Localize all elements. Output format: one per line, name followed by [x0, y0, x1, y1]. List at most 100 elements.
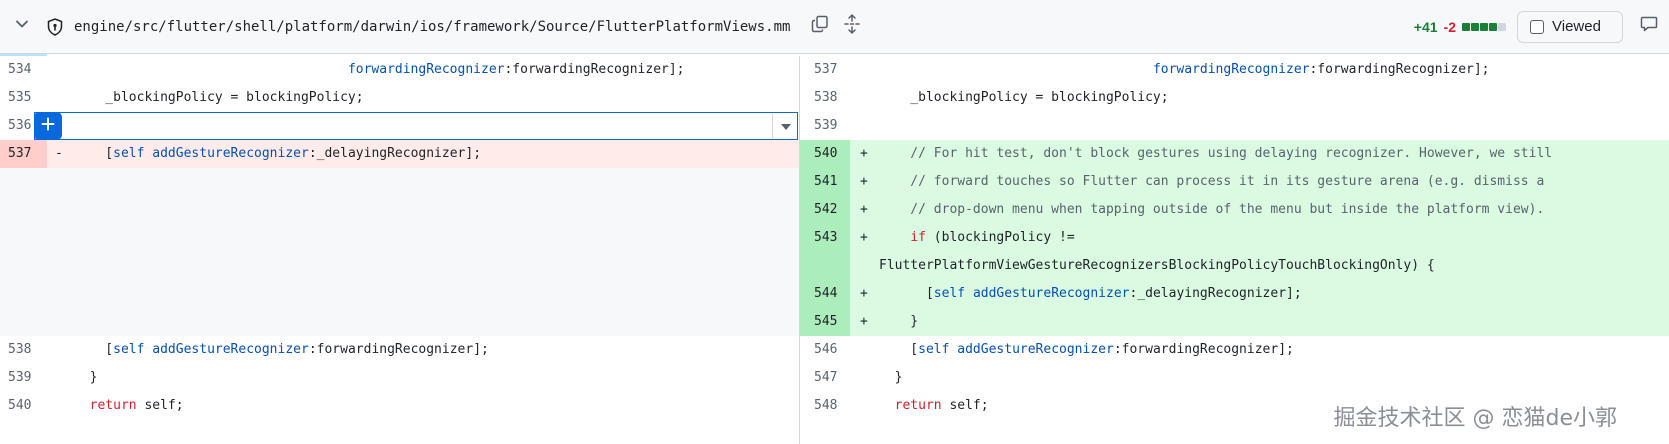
viewed-toggle[interactable]: Viewed — [1517, 10, 1623, 43]
add-comment-button[interactable] — [34, 112, 62, 140]
diffstat-block-added — [1480, 22, 1488, 31]
caret-down-icon — [781, 117, 791, 135]
code-token: :_delayingRecognizer]; — [1129, 286, 1302, 301]
code-identifier: addGestureRecognizer — [152, 146, 309, 161]
additions-count: +41 — [1413, 18, 1438, 35]
diff-row: 547 } — [800, 364, 1669, 392]
diff-sign: + — [860, 286, 868, 301]
code-identifier: self — [933, 286, 966, 301]
line-number[interactable]: 542 — [800, 196, 850, 224]
line-number[interactable]: 544 — [800, 280, 850, 308]
code-token: :forwardingRecognizer]; — [504, 62, 685, 77]
code-token: _blockingPolicy = blockingPolicy; — [879, 90, 1169, 105]
line-number[interactable]: 547 — [800, 364, 850, 392]
code-line: } — [879, 364, 903, 392]
line-number[interactable]: 534 — [0, 56, 47, 84]
comment-button[interactable] — [1629, 11, 1669, 43]
code-token: [ — [74, 342, 114, 357]
line-number[interactable]: 539 — [0, 364, 47, 392]
diffstat-block-added — [1489, 22, 1497, 31]
code-token: [ — [879, 286, 934, 301]
line-number[interactable]: 545 — [800, 308, 850, 336]
diff-row-added: FlutterPlatformViewGestureRecognizersBlo… — [800, 252, 1669, 280]
diff-sign: + — [860, 146, 868, 161]
diff-row-added: 543 + if (blockingPolicy != — [800, 224, 1669, 252]
diff-row: 534 forwardingRecognizer:forwardingRecog… — [0, 56, 799, 84]
diff-row: 539 } — [0, 364, 799, 392]
diffstat-block-added — [1462, 22, 1470, 31]
line-hover-outline — [34, 112, 798, 140]
line-number[interactable]: 538 — [0, 336, 47, 364]
expand-icon — [843, 14, 861, 39]
line-number[interactable]: 540 — [800, 140, 850, 168]
code-token: } — [879, 370, 903, 385]
deletions-count: -2 — [1443, 18, 1456, 35]
code-keyword: if — [910, 230, 926, 245]
code-comment: // drop-down menu when tapping outside o… — [879, 202, 1545, 217]
code-comment: // For hit test, don't block gestures us… — [879, 146, 1553, 161]
code-line: if (blockingPolicy != — [879, 224, 1075, 252]
code-token: :forwardingRecognizer]; — [1113, 342, 1294, 357]
diff-row-added: 545 + } — [800, 308, 1669, 336]
code-line: // For hit test, don't block gestures us… — [879, 140, 1552, 168]
line-number[interactable]: 543 — [800, 224, 850, 252]
diffstat-block-neutral — [1498, 22, 1506, 31]
diff-row: 538 _blockingPolicy = blockingPolicy; — [800, 84, 1669, 112]
line-number[interactable]: 540 — [0, 392, 47, 420]
copy-icon — [811, 15, 829, 38]
line-number[interactable]: 546 — [800, 336, 850, 364]
code-keyword: return — [894, 398, 942, 413]
code-token: } — [74, 370, 98, 385]
diff-row-added: 540 + // For hit test, don't block gestur… — [800, 140, 1669, 168]
diff-row-added: 544 + [self addGestureRecognizer:_delayin… — [800, 280, 1669, 308]
comment-icon — [1640, 15, 1658, 38]
line-number[interactable]: 541 — [800, 168, 850, 196]
code-identifier: addGestureRecognizer — [972, 286, 1130, 301]
code-comment: // forward touches so Flutter can proces… — [879, 174, 1545, 189]
code-token: self; — [941, 398, 989, 413]
empty-alignment-block — [0, 168, 799, 336]
code-line: FlutterPlatformViewGestureRecognizersBlo… — [879, 252, 1435, 280]
code-token: [ — [74, 146, 114, 161]
collapse-toggle[interactable] — [0, 0, 44, 53]
code-identifier: forwardingRecognizer — [347, 62, 505, 77]
file-path[interactable]: engine/src/flutter/shell/platform/darwin… — [74, 19, 790, 35]
code-identifier: self — [918, 342, 950, 357]
code-line: return self; — [879, 392, 989, 420]
code-line: _blockingPolicy = blockingPolicy; — [879, 84, 1169, 112]
diff-sign: + — [860, 202, 868, 217]
code-line: } — [74, 364, 98, 392]
code-token: :_delayingRecognizer]; — [308, 146, 482, 161]
code-line: // drop-down menu when tapping outside o… — [879, 196, 1544, 224]
diffstat-bar — [1462, 22, 1507, 31]
diff-row: 538 [self addGestureRecognizer:forwardin… — [0, 336, 799, 364]
line-number[interactable]: 537 — [0, 140, 47, 168]
copy-path-button[interactable] — [804, 11, 836, 43]
code-line: [self addGestureRecognizer:forwardingRec… — [74, 336, 489, 364]
code-token: self; — [136, 398, 184, 413]
viewed-checkbox[interactable] — [1530, 19, 1544, 34]
line-number[interactable]: 537 — [800, 56, 850, 84]
diff-right-pane: 537 forwardingRecognizer:forwardingRecog… — [800, 56, 1669, 444]
expand-all-button[interactable] — [836, 11, 868, 43]
code-token: FlutterPlatformViewGestureRecognizersBlo… — [879, 258, 1435, 273]
line-number[interactable]: 535 — [0, 84, 47, 112]
line-menu-button[interactable] — [772, 114, 799, 138]
line-number[interactable] — [800, 252, 850, 280]
watermark: 掘金技术社区 @ 恋猫de小郭 — [1333, 406, 1618, 431]
diff-sign: + — [860, 174, 868, 189]
code-line: forwardingRecognizer:forwardingRecognize… — [879, 56, 1490, 84]
code-token: [ — [879, 342, 919, 357]
code-line: forwardingRecognizer:forwardingRecognize… — [74, 56, 685, 84]
diff-row: 546 [self addGestureRecognizer:forwardin… — [800, 336, 1669, 364]
line-number[interactable]: 538 — [800, 84, 850, 112]
line-number[interactable]: 539 — [800, 112, 850, 140]
viewed-label: Viewed — [1552, 18, 1601, 35]
line-number[interactable]: 548 — [800, 392, 850, 420]
code-token: (blockingPolicy != — [925, 230, 1075, 245]
diff-row: 540 return self; — [0, 392, 799, 420]
code-identifier: forwardingRecognizer — [1152, 62, 1310, 77]
